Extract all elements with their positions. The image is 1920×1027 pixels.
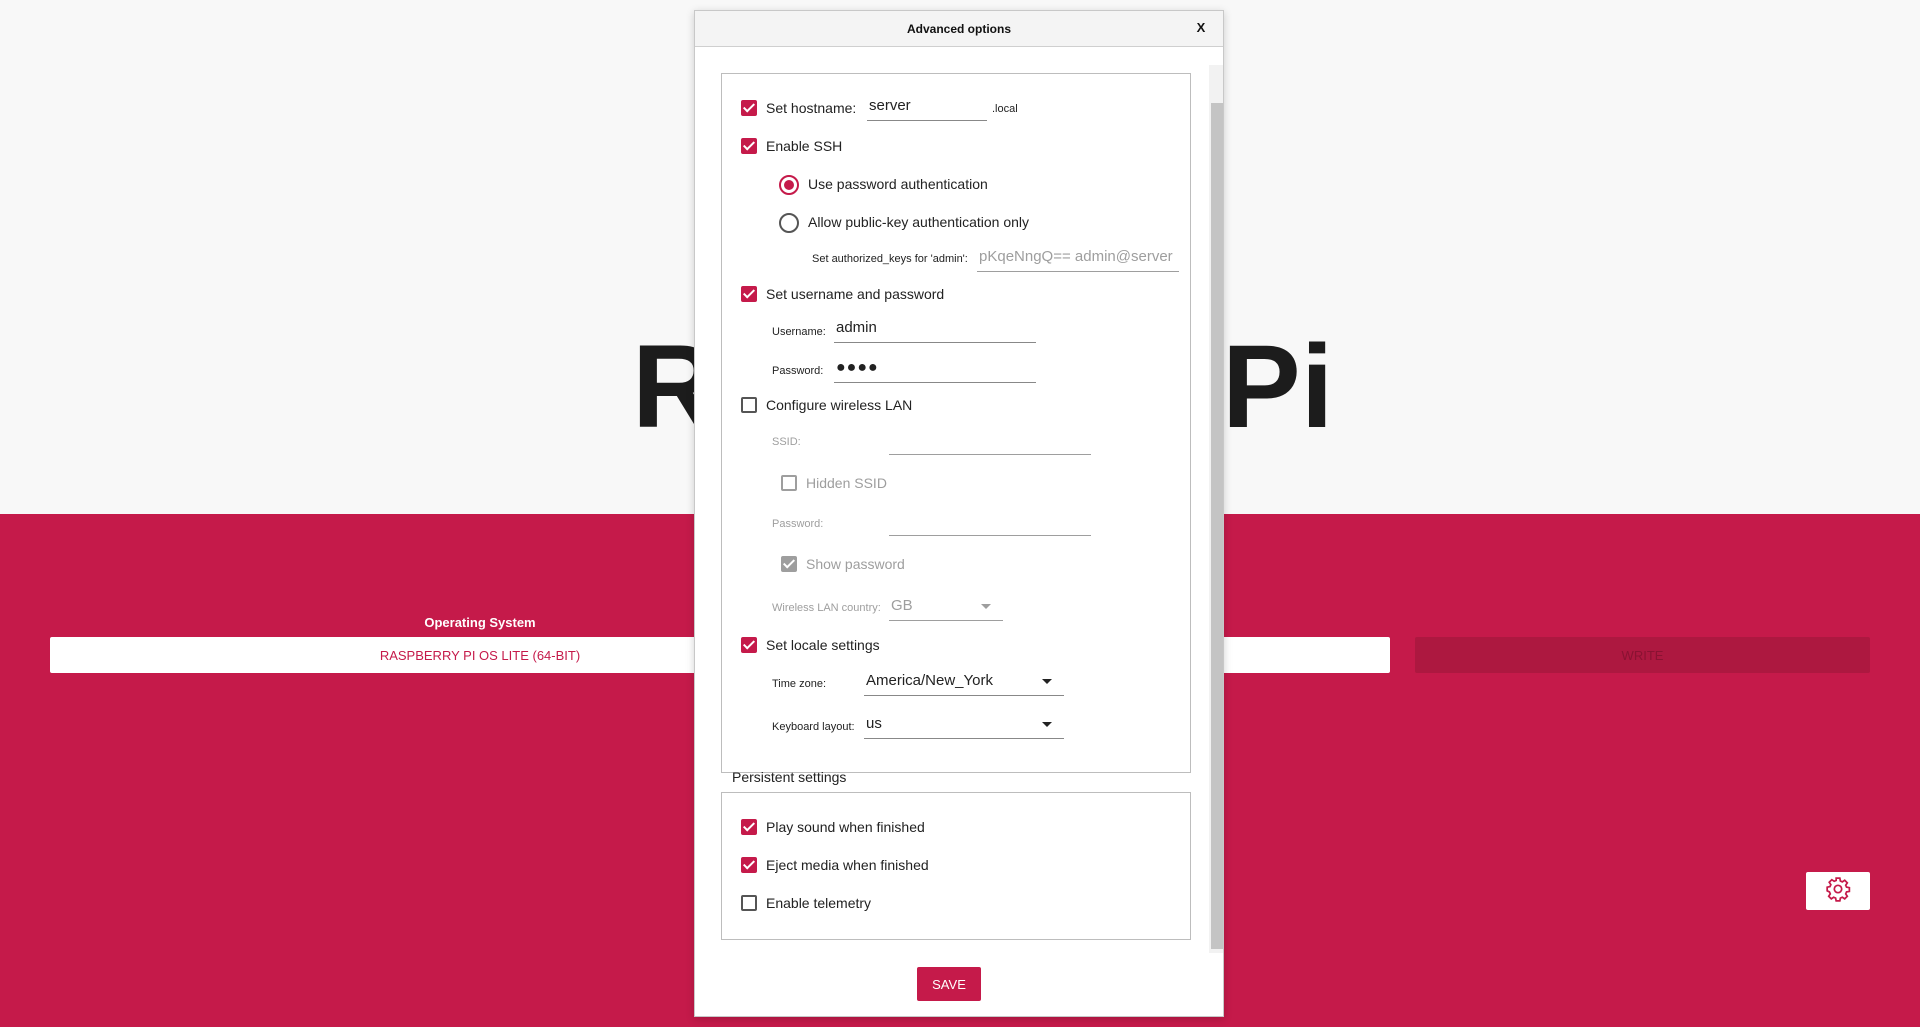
persistent-settings-title: Persistent settings: [732, 769, 847, 785]
timezone-label: Time zone:: [772, 678, 827, 690]
hidden-ssid-checkbox[interactable]: [781, 475, 797, 491]
hostname-suffix: .local: [992, 103, 1018, 115]
pubkey-auth-label: Allow public-key authentication only: [808, 214, 1030, 230]
keyboard-value: us: [866, 715, 882, 732]
telemetry-checkbox[interactable]: [741, 895, 757, 911]
dialog-header: Advanced options X: [695, 11, 1223, 47]
locale-label: Set locale settings: [766, 637, 880, 653]
show-password-checkbox[interactable]: [781, 556, 797, 572]
write-button[interactable]: WRITE: [1415, 637, 1870, 673]
app-title-fragment-right: Pi: [1222, 321, 1334, 453]
wifi-country-dropdown[interactable]: GB: [889, 593, 1003, 621]
locale-checkbox[interactable]: [741, 637, 757, 653]
hostname-label: Set hostname:: [766, 100, 857, 116]
wifi-password-input[interactable]: [889, 510, 1091, 536]
hostname-input[interactable]: server: [867, 95, 987, 121]
password-label: Password:: [772, 365, 824, 377]
wifi-country-value: GB: [891, 597, 913, 614]
password-auth-radio[interactable]: [779, 175, 799, 195]
hidden-ssid-label: Hidden SSID: [806, 475, 887, 491]
eject-media-checkbox[interactable]: [741, 857, 757, 873]
keyboard-label: Keyboard layout:: [772, 721, 855, 733]
wifi-label: Configure wireless LAN: [766, 397, 913, 413]
gear-icon: [1825, 876, 1851, 907]
enable-ssh-checkbox[interactable]: [741, 138, 757, 154]
wifi-checkbox[interactable]: [741, 397, 757, 413]
advanced-options-dialog: Advanced options X Set hostname: server …: [694, 10, 1224, 1017]
eject-media-label: Eject media when finished: [766, 857, 929, 873]
ssid-input[interactable]: [889, 429, 1091, 455]
scrollbar-thumb[interactable]: [1211, 103, 1223, 949]
pubkey-auth-radio[interactable]: [779, 213, 799, 233]
set-user-label: Set username and password: [766, 286, 945, 302]
enable-ssh-label: Enable SSH: [766, 138, 843, 154]
play-sound-label: Play sound when finished: [766, 819, 925, 835]
chevron-down-icon: [1042, 722, 1052, 727]
password-auth-label: Use password authentication: [808, 176, 988, 192]
chevron-down-icon: [981, 604, 991, 609]
authorized-keys-input[interactable]: pKqeNngQ== admin@server: [977, 246, 1179, 272]
save-button[interactable]: SAVE: [917, 967, 981, 1001]
ssid-label: SSID:: [772, 436, 801, 448]
password-input[interactable]: ●●●●: [834, 357, 1036, 383]
timezone-value: America/New_York: [866, 672, 993, 689]
hostname-checkbox[interactable]: [741, 100, 757, 116]
close-button[interactable]: X: [1191, 20, 1211, 38]
username-label: Username:: [772, 326, 826, 338]
set-user-checkbox[interactable]: [741, 286, 757, 302]
dialog-title: Advanced options: [906, 22, 1011, 36]
settings-button[interactable]: [1806, 872, 1870, 910]
timezone-dropdown[interactable]: America/New_York: [864, 668, 1064, 696]
wifi-country-label: Wireless LAN country:: [772, 602, 881, 614]
play-sound-checkbox[interactable]: [741, 819, 757, 835]
keyboard-dropdown[interactable]: us: [864, 711, 1064, 739]
wifi-password-label: Password:: [772, 518, 824, 530]
authorized-keys-label: Set authorized_keys for 'admin':: [812, 253, 968, 265]
telemetry-label: Enable telemetry: [766, 895, 872, 911]
username-input[interactable]: admin: [834, 317, 1036, 343]
chevron-down-icon: [1042, 679, 1052, 684]
show-password-label: Show password: [806, 556, 905, 572]
